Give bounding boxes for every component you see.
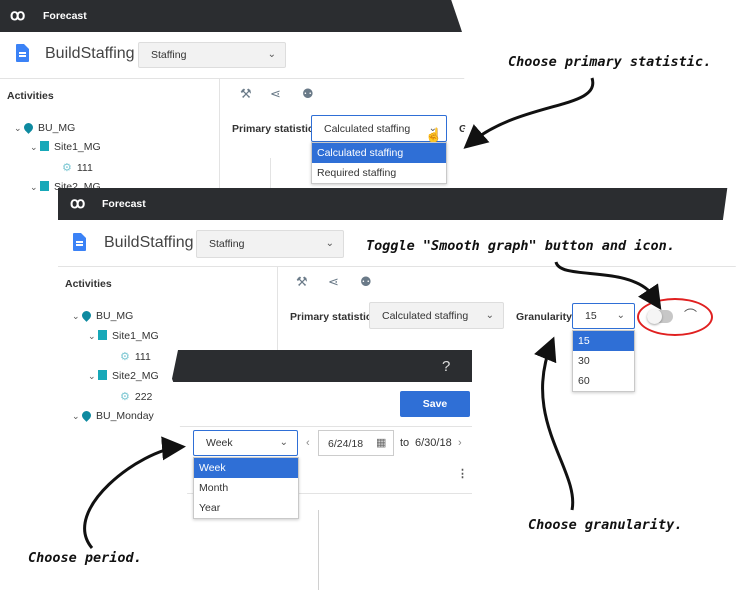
arrow-period [83, 436, 186, 549]
arrow-granularity [534, 336, 575, 511]
annotation-arrows [83, 77, 662, 549]
arrow-primary-statistic [463, 77, 595, 149]
arrow-smooth-graph [554, 261, 662, 310]
